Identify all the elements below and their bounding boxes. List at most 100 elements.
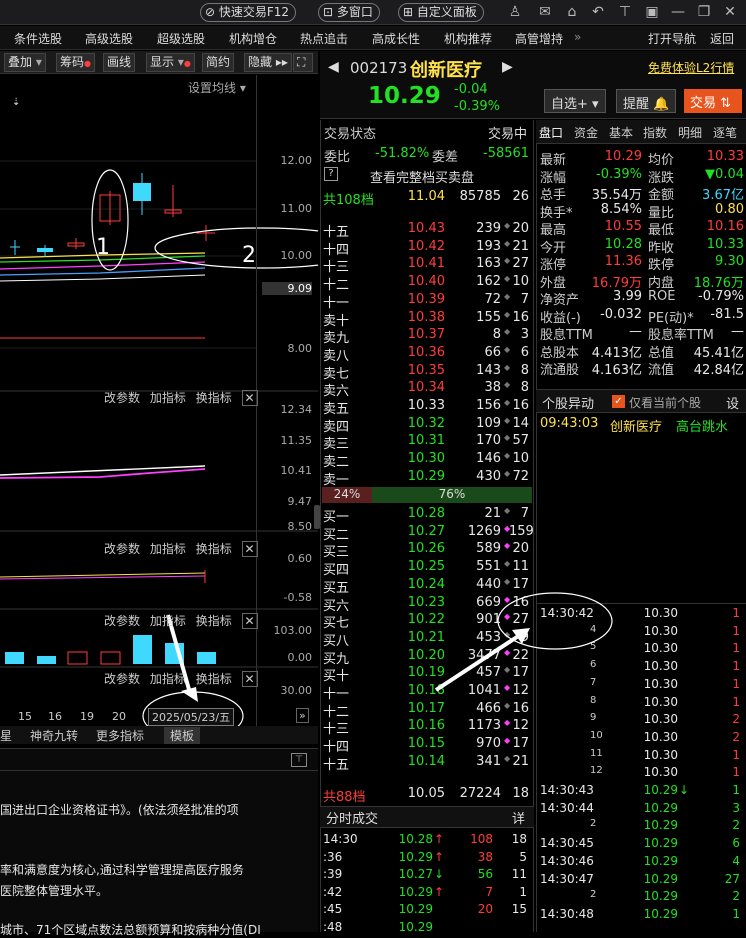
- tab-indicator[interactable]: 神奇九转: [30, 727, 78, 744]
- add-watchlist-button[interactable]: 自选+ ▾: [544, 89, 606, 113]
- fenshi-price: 10.29: [398, 902, 433, 916]
- help-icon[interactable]: ?: [324, 167, 338, 181]
- buy-level-row[interactable]: 十三 10.16 1173 ◆ 12: [323, 718, 531, 737]
- skin-icon[interactable]: ▣: [644, 4, 660, 20]
- sell-level-row[interactable]: 卖九 10.37 8 ◆ 3: [323, 327, 531, 346]
- trade-button[interactable]: 交易 ⇅: [684, 89, 742, 113]
- mail-icon[interactable]: ✉: [537, 4, 553, 20]
- level-count: 10: [512, 274, 529, 290]
- level-price: 10.27: [407, 523, 445, 539]
- buy-level-row[interactable]: 十四 10.15 970 ◆ 17: [323, 736, 531, 755]
- tab-template[interactable]: 模板: [164, 727, 201, 744]
- dock-icon[interactable]: ⊤: [291, 753, 307, 767]
- nav-bar: 条件选股 高级选股 超级选股 机构增仓 热点追击 高成长性 机构推荐 高管增持 …: [0, 26, 746, 50]
- tab-basic[interactable]: 基本: [609, 124, 633, 141]
- close-panel-icon[interactable]: ✕: [241, 671, 258, 687]
- tick-price: 10.29: [643, 818, 678, 833]
- chips-button[interactable]: 筹码●: [56, 53, 95, 72]
- tick-row: 2 10.29 2: [540, 889, 744, 907]
- shirt-icon[interactable]: ⊤: [617, 4, 633, 20]
- anomaly-title: 个股异动: [542, 397, 595, 412]
- nav-item[interactable]: 机构增仓: [229, 30, 277, 47]
- sell-level-row[interactable]: 卖三 10.31 170 ◆ 57: [323, 433, 531, 452]
- date-tick: 19: [80, 710, 94, 723]
- undo-icon[interactable]: ↶: [590, 4, 606, 20]
- buy-level-row[interactable]: 买二 10.27 1269 ◆ 159: [323, 523, 534, 543]
- sell-level-row[interactable]: 卖一 10.29 430 ◆ 72: [323, 469, 531, 488]
- fenshi-detail-button[interactable]: 详: [512, 808, 525, 827]
- checkbox-checked-icon[interactable]: ✓: [612, 395, 625, 408]
- stat-value: 9.30: [715, 254, 744, 269]
- nav-item[interactable]: 机构推荐: [444, 30, 492, 47]
- buy-level-row[interactable]: 买三 10.26 589 ◆ 20: [323, 541, 531, 560]
- nav-item[interactable]: 高管增持: [515, 30, 563, 47]
- level-volume: 109: [476, 415, 501, 431]
- back-button[interactable]: 返回: [710, 30, 734, 47]
- sell-level-row[interactable]: 十一 10.39 72 ◆ 7: [323, 291, 531, 311]
- fenshi-title: 分时成交: [326, 812, 379, 827]
- minimize-icon[interactable]: —: [670, 4, 686, 20]
- tick-volume: 27: [724, 871, 740, 886]
- scroll-right-icon[interactable]: »: [296, 708, 309, 723]
- home-icon[interactable]: ⌂: [564, 4, 580, 20]
- draw-line-button[interactable]: 画线: [103, 53, 136, 72]
- close-panel-icon[interactable]: ✕: [241, 613, 258, 629]
- sell-level-row[interactable]: 卖二 10.30 146 ◆ 10: [323, 451, 531, 470]
- nav-more[interactable]: »: [574, 30, 581, 44]
- tab-tick[interactable]: 逐笔: [713, 124, 737, 141]
- next-stock-icon[interactable]: ▶: [502, 59, 513, 75]
- tab-indicator[interactable]: 更多指标: [96, 727, 144, 744]
- kline-chart[interactable]: 设置均线 ▾ ⇣ 1 2 12.00 11.00 10.00 9.09 8.00…: [0, 75, 318, 730]
- webi-value: -51.82%: [375, 146, 430, 161]
- sell-level-row[interactable]: 卖四 10.32 109 ◆ 14: [323, 415, 531, 435]
- tab-index[interactable]: 指数: [643, 124, 667, 141]
- tab-capital[interactable]: 资金: [574, 124, 598, 141]
- nav-item[interactable]: 热点追击: [300, 30, 348, 47]
- stat-label: 流值: [648, 363, 675, 378]
- tab-detail[interactable]: 明细: [678, 124, 702, 141]
- anomaly-settings[interactable]: 设: [726, 393, 739, 412]
- sell-level-row[interactable]: 十三 10.41 163 ◆ 27: [323, 256, 531, 275]
- nav-item[interactable]: 超级选股: [157, 30, 205, 47]
- fenshi-price: 10.29: [398, 884, 433, 899]
- tick-volume: 3: [732, 800, 740, 815]
- nav-item[interactable]: 条件选股: [14, 30, 62, 47]
- open-nav-button[interactable]: 打开导航: [648, 30, 696, 47]
- buy-level-row[interactable]: 十二 10.17 466 ◆ 16: [323, 701, 531, 720]
- close-panel-icon[interactable]: ✕: [241, 390, 258, 406]
- sell-level-row[interactable]: 卖八 10.36 66 ◆ 6: [323, 345, 531, 364]
- simple-button[interactable]: 简约: [202, 53, 235, 72]
- overlay-button[interactable]: 叠加 ▾: [4, 53, 46, 72]
- sell-level-row[interactable]: 十四 10.42 193 ◆ 21: [323, 239, 531, 258]
- anomaly-name[interactable]: 创新医疗: [610, 416, 662, 435]
- tab-pankou[interactable]: 盘口: [539, 124, 563, 141]
- close-icon[interactable]: ✕: [722, 4, 738, 20]
- sell-level-row[interactable]: 卖五 10.33 156 ◆ 16: [323, 398, 531, 417]
- trial-link[interactable]: 免费体验L2行情: [648, 59, 734, 76]
- custom-panel-button[interactable]: ⊞ 自定义面板: [398, 3, 484, 22]
- sell-level-row[interactable]: 十五 10.43 239 ◆ 20: [323, 221, 531, 240]
- close-panel-icon[interactable]: ✕: [241, 541, 258, 557]
- sell-level-row[interactable]: 卖六 10.34 38 ◆ 8: [323, 380, 531, 400]
- hide-button[interactable]: 隐藏 ▸▸: [244, 53, 292, 72]
- buy-level-row[interactable]: 买一 10.28 21 ◆ 7: [323, 506, 531, 525]
- sell-level-row[interactable]: 十二 10.40 162 ◆ 10: [323, 274, 531, 293]
- level-label: 卖六: [323, 384, 350, 400]
- quick-trade-button[interactable]: ⊘ 快速交易F12: [200, 3, 297, 22]
- buy-level-row[interactable]: 十五 10.14 341 ◆ 21: [323, 754, 531, 773]
- nav-item[interactable]: 高成长性: [372, 30, 420, 47]
- multi-window-button[interactable]: ⊡ 多窗口: [318, 3, 380, 22]
- tab-indicator[interactable]: 星: [0, 727, 12, 744]
- user-icon[interactable]: ♙: [507, 4, 523, 20]
- display-button[interactable]: 显示 ▾●: [146, 53, 195, 72]
- maximize-icon[interactable]: ❐: [696, 4, 712, 20]
- alert-button[interactable]: 提醒 🔔: [616, 89, 677, 113]
- prev-stock-icon[interactable]: ◀: [328, 59, 339, 75]
- sell-level-row[interactable]: 卖十 10.38 155 ◆ 16: [323, 310, 531, 329]
- buy-level-row[interactable]: 买四 10.25 551 ◆ 11: [323, 559, 531, 578]
- nav-item[interactable]: 高级选股: [85, 30, 133, 47]
- level-count: 7: [520, 291, 529, 307]
- fullscreen-icon[interactable]: ⛶: [293, 53, 313, 72]
- view-full-book[interactable]: 查看完整档买卖盘: [370, 167, 474, 186]
- sell-level-row[interactable]: 卖七 10.35 143 ◆ 8: [323, 363, 531, 382]
